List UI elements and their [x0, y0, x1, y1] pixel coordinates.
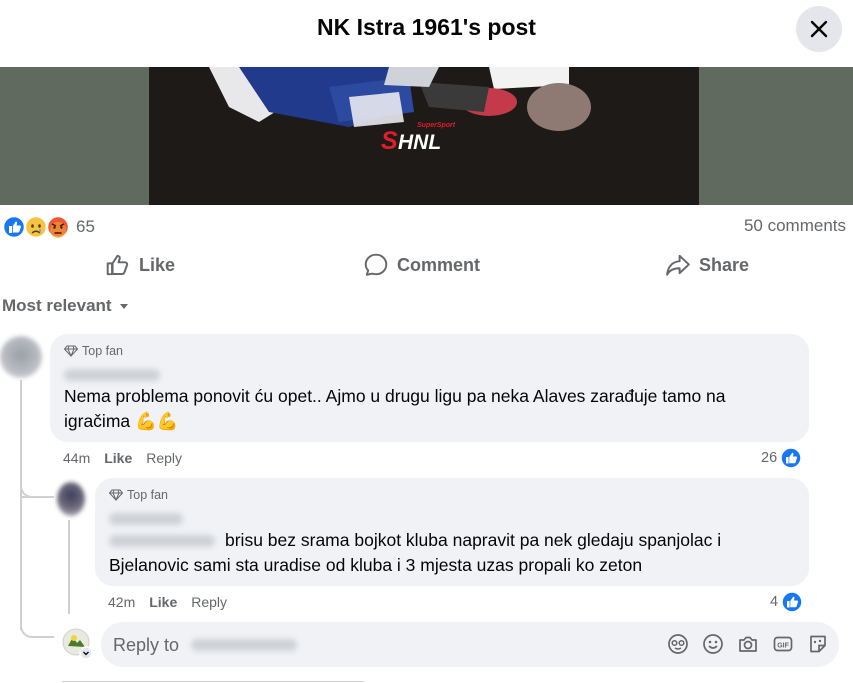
avatar[interactable] — [0, 336, 42, 378]
like-button-label: Like — [139, 254, 176, 275]
top-fan-badge: Top fan — [64, 344, 123, 358]
comment-time[interactable]: 44m — [63, 450, 90, 466]
sort-label: Most relevant — [2, 296, 112, 315]
sad-reaction-icon — [24, 215, 48, 239]
caret-down-icon — [119, 304, 128, 309]
avatar-icon — [62, 628, 93, 660]
share-button[interactable]: Share — [665, 247, 749, 283]
avatar-sticker-icon[interactable] — [667, 633, 689, 655]
gif-icon[interactable]: GIF — [772, 633, 794, 655]
comments-count[interactable]: 50 comments — [744, 216, 846, 236]
comment-like-count[interactable]: 26 — [761, 447, 802, 469]
badge-label: Top fan — [82, 344, 124, 358]
comment-icon — [364, 253, 388, 276]
diamond-icon — [64, 345, 78, 357]
post-image[interactable]: SuperSport S HNL — [149, 67, 699, 205]
reply-text: brisu bez srama bojkot kluba napravit pa… — [109, 530, 722, 575]
emoji-icon[interactable] — [702, 633, 724, 655]
current-user-avatar[interactable] — [62, 628, 93, 660]
close-button[interactable] — [796, 6, 842, 52]
avatar[interactable] — [57, 482, 85, 516]
action-bar: Like Comment Share — [0, 247, 853, 283]
comment-meta: 44m Like Reply — [63, 450, 182, 466]
commenter-name-redacted[interactable] — [109, 513, 183, 525]
badge-label: Top fan — [127, 488, 169, 502]
reply-target-redacted — [191, 639, 297, 651]
like-badge-icon — [780, 447, 802, 469]
like-badge-icon — [781, 591, 803, 613]
camera-icon[interactable] — [737, 633, 759, 655]
reply-like-count[interactable]: 4 — [770, 591, 803, 613]
comment-like-number: 26 — [761, 450, 778, 466]
top-fan-badge: Top fan — [109, 488, 168, 502]
composer-tools: GIF — [667, 633, 829, 655]
shnl-logo: SuperSport S HNL — [381, 119, 465, 158]
bottom-divider — [62, 681, 364, 682]
comment-bubble: Top fan Nema problema ponovit ću opet.. … — [50, 334, 809, 442]
reply-time[interactable]: 42m — [108, 594, 135, 610]
reply-placeholder: Reply to — [113, 635, 180, 655]
share-icon — [666, 254, 690, 276]
sticker-icon[interactable] — [807, 633, 829, 655]
angry-reaction-icon — [46, 215, 70, 239]
reply-like-number: 4 — [770, 594, 779, 610]
reply-meta: 42m Like Reply — [108, 594, 227, 610]
reaction-summary[interactable] — [2, 215, 71, 239]
like-button[interactable]: Like — [105, 247, 175, 283]
comment-like-button[interactable]: Like — [104, 450, 132, 466]
like-icon — [106, 254, 129, 276]
svg-text:S: S — [381, 127, 398, 153]
close-icon — [810, 20, 828, 38]
reply-reply-button[interactable]: Reply — [191, 594, 227, 610]
comment-button-label: Comment — [397, 254, 481, 275]
post-media[interactable]: SuperSport S HNL — [0, 67, 853, 205]
thread-line — [20, 380, 22, 630]
post-header: NK Istra 1961's post — [0, 0, 853, 60]
diamond-icon — [109, 489, 123, 501]
post-title: NK Istra 1961's post — [317, 14, 536, 40]
share-button-label: Share — [699, 254, 750, 275]
reply-like-button[interactable]: Like — [149, 594, 177, 610]
comment-reply-button[interactable]: Reply — [146, 450, 182, 466]
reply-input[interactable]: Reply to GIF — [101, 622, 839, 667]
svg-text:SuperSport: SuperSport — [417, 122, 456, 129]
reply-bubble: Top fan brisu bez srama bojkot kluba nap… — [95, 478, 809, 586]
comment-text: Nema problema ponovit ću opet.. Ajmo u d… — [64, 386, 726, 431]
comment-sort-dropdown[interactable]: Most relevant — [2, 296, 130, 316]
like-reaction-icon — [2, 215, 26, 239]
comment-button[interactable]: Comment — [363, 247, 480, 283]
thread-branch-curve-2 — [20, 620, 54, 638]
thread-branch-curve — [20, 480, 54, 498]
commenter-name-redacted[interactable] — [64, 369, 160, 381]
svg-text:HNL: HNL — [398, 131, 441, 153]
post-stats: 65 50 comments — [0, 212, 853, 240]
reaction-count[interactable]: 65 — [76, 217, 95, 237]
svg-text:GIF: GIF — [777, 642, 789, 649]
reply-thread-line — [68, 520, 70, 614]
